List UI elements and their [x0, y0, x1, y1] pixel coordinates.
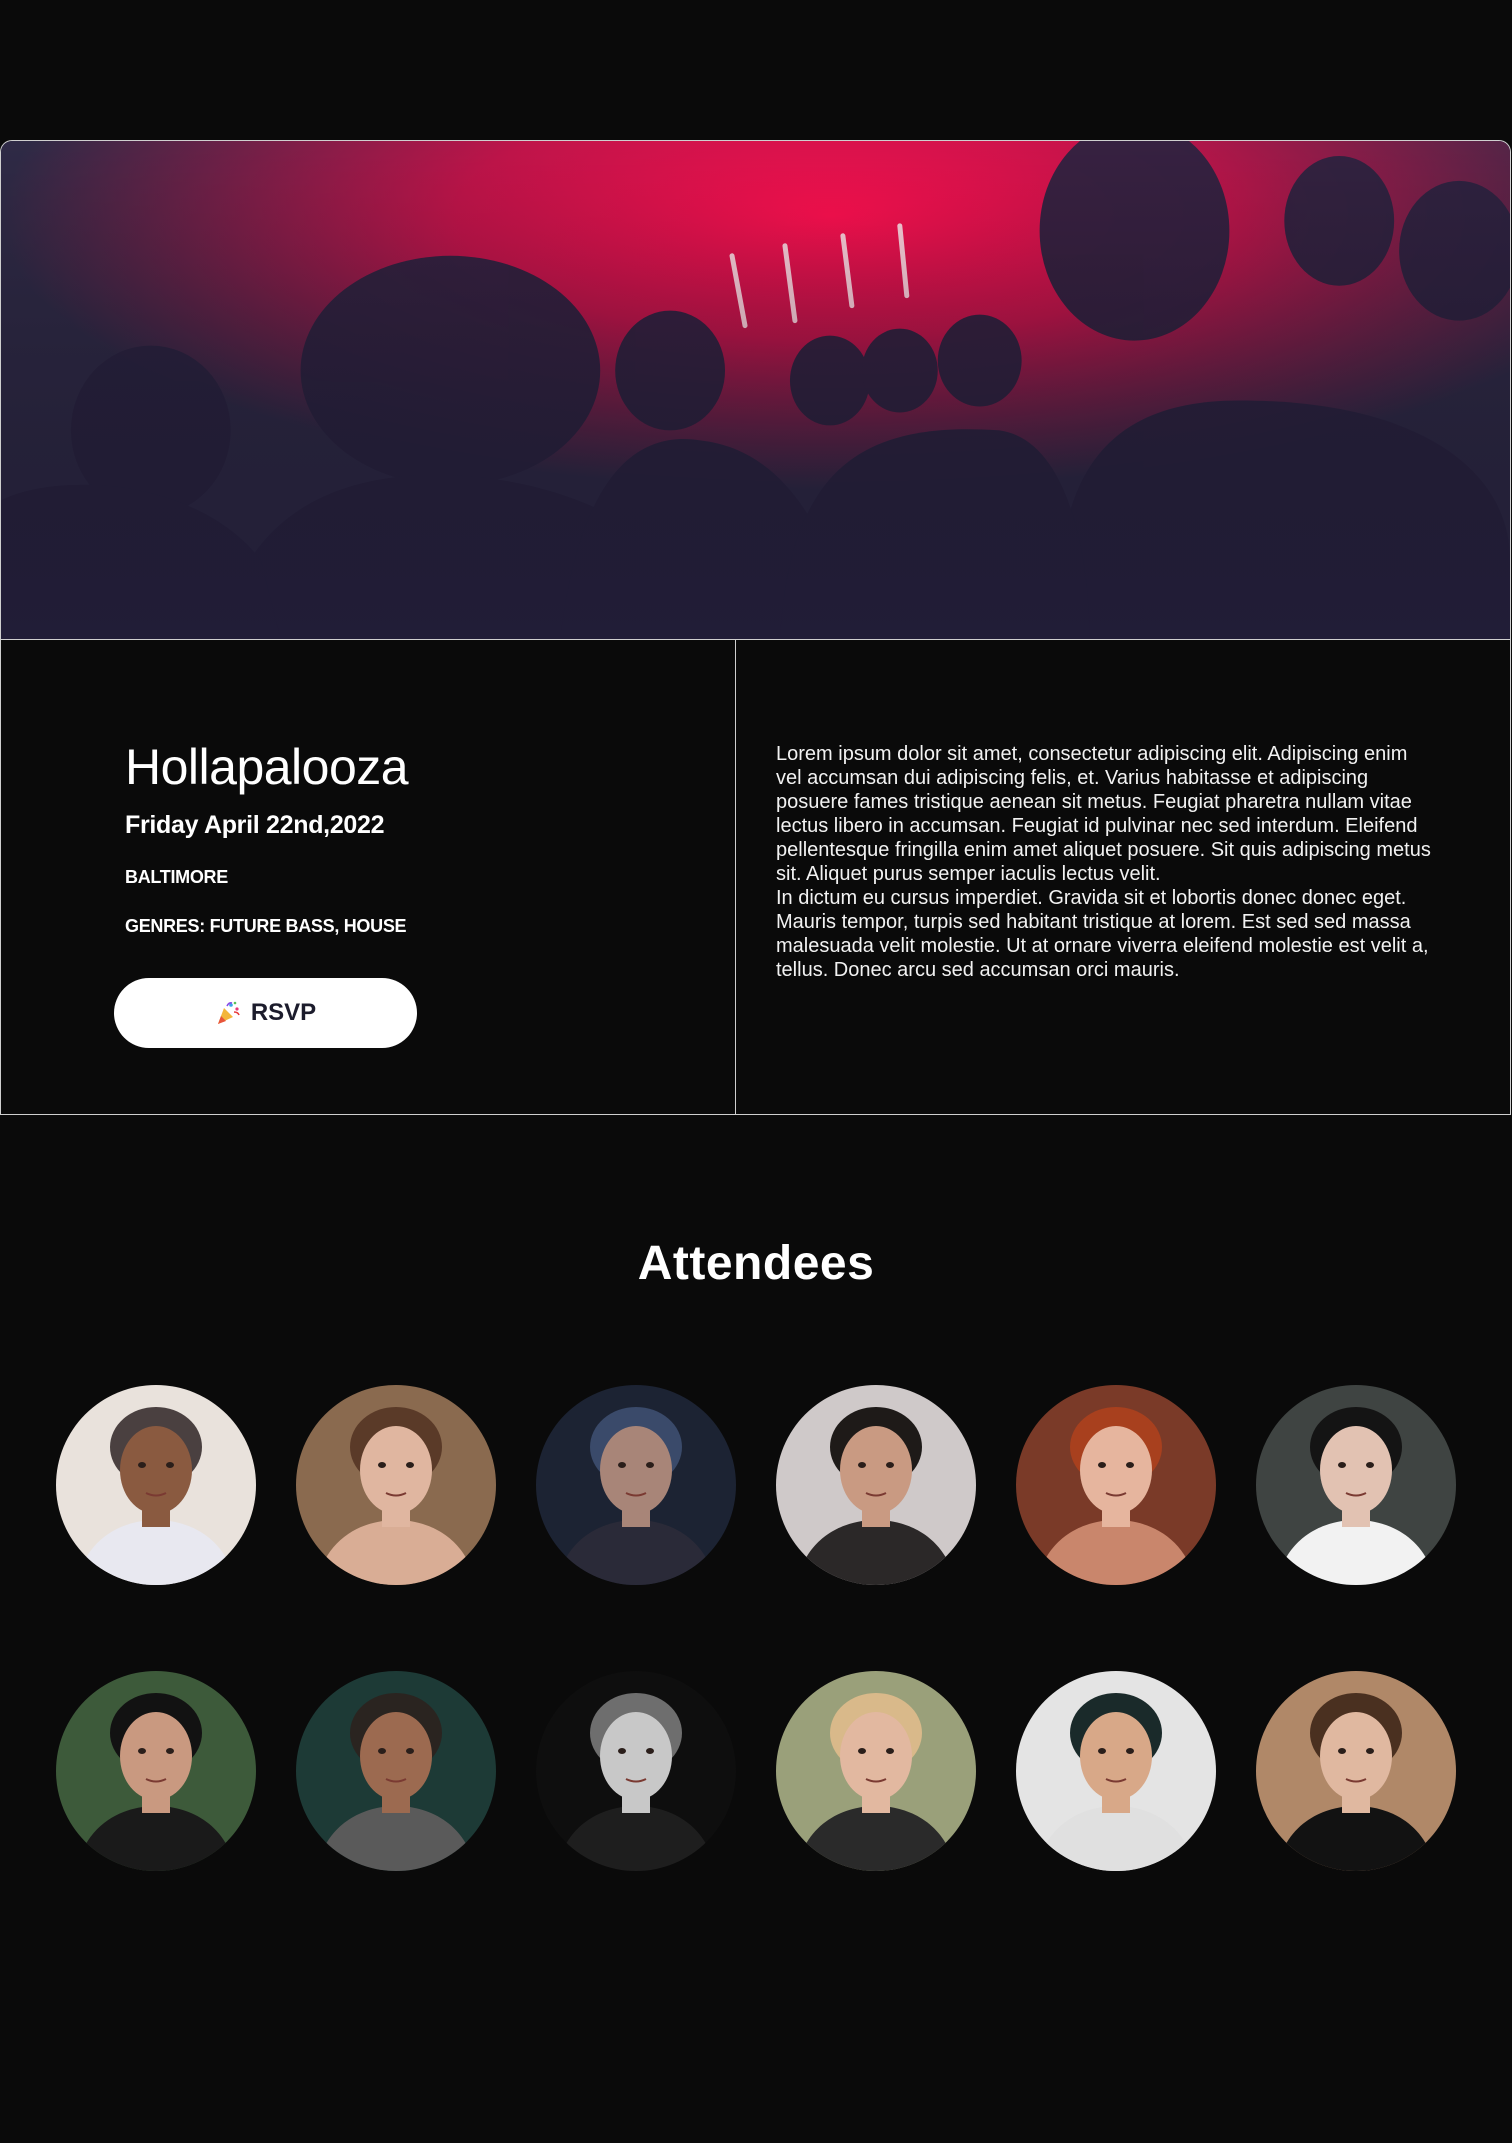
attendee-avatar[interactable]	[56, 1671, 256, 1871]
attendee-avatar[interactable]	[536, 1671, 736, 1871]
rsvp-label: RSVP	[250, 999, 317, 1026]
event-description-panel: Lorem ipsum dolor sit amet, consectetur …	[736, 640, 1510, 1114]
attendee-avatar[interactable]	[1256, 1671, 1456, 1871]
event-info-panel: Hollapalooza Friday April 22nd,2022 BALT…	[0, 639, 1511, 1115]
description-paragraph: In dictum eu cursus imperdiet. Gravida s…	[776, 887, 1429, 981]
event-page: Hollapalooza Friday April 22nd,2022 BALT…	[0, 0, 1512, 2143]
event-city: BALTIMORE	[125, 867, 228, 887]
attendee-avatar[interactable]	[776, 1671, 976, 1871]
attendee-avatar[interactable]	[56, 1385, 256, 1585]
event-date: Friday April 22nd,2022	[125, 811, 385, 839]
attendee-avatar[interactable]	[1016, 1385, 1216, 1585]
attendee-avatar[interactable]	[1016, 1671, 1216, 1871]
rsvp-button[interactable]: RSVP	[114, 978, 417, 1048]
attendee-avatar[interactable]	[296, 1385, 496, 1585]
event-details: Hollapalooza Friday April 22nd,2022 BALT…	[1, 640, 736, 1114]
party-popper-icon	[215, 1000, 241, 1026]
event-description: Lorem ipsum dolor sit amet, consectetur …	[776, 742, 1436, 982]
event-genres: GENRES: FUTURE BASS, HOUSE	[125, 916, 407, 936]
attendee-avatar[interactable]	[536, 1385, 736, 1585]
hero-image	[0, 140, 1511, 639]
concert-crowd-image	[1, 141, 1510, 639]
event-title: Hollapalooza	[125, 739, 409, 795]
attendee-avatar[interactable]	[296, 1671, 496, 1871]
attendee-avatar[interactable]	[776, 1385, 976, 1585]
description-paragraph: Lorem ipsum dolor sit amet, consectetur …	[776, 743, 1431, 885]
attendees-heading: Attendees	[637, 1237, 875, 1290]
attendee-avatar[interactable]	[1256, 1385, 1456, 1585]
